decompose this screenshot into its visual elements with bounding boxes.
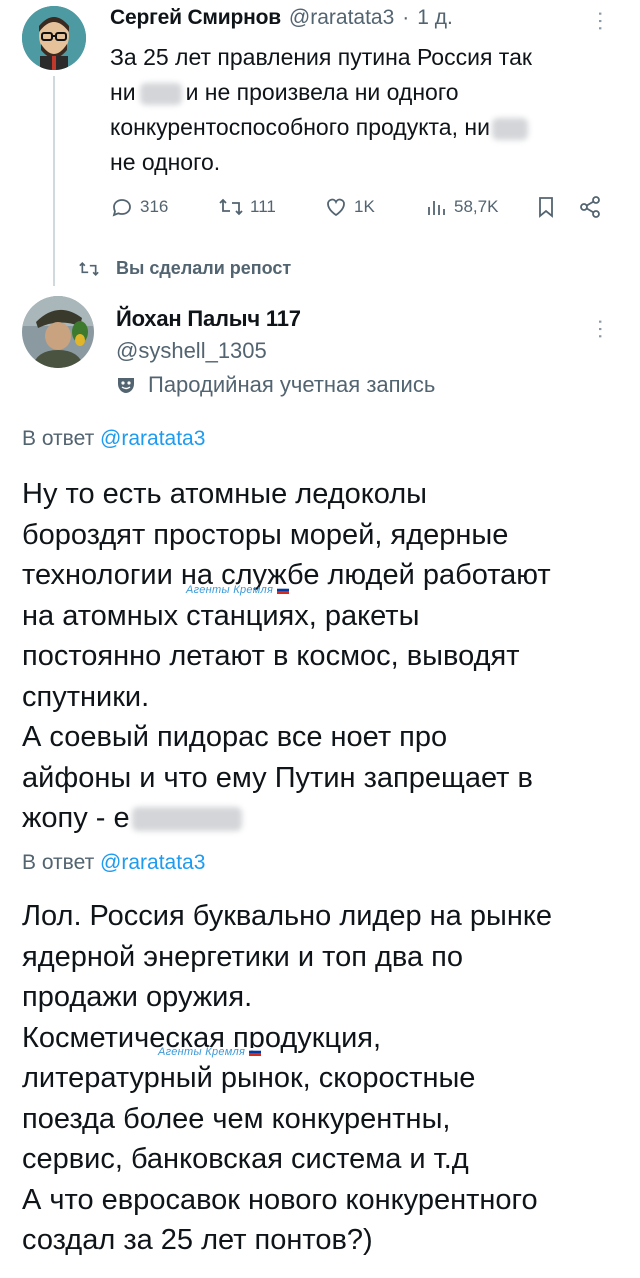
dot-separator: · bbox=[402, 6, 410, 29]
reply-line: А что евросавок нового конкурентного bbox=[22, 1183, 538, 1216]
user-handle[interactable]: @raratata3 bbox=[289, 6, 394, 30]
watermark: Агенты Кремля bbox=[186, 584, 290, 596]
censor-blur bbox=[491, 117, 528, 140]
reply-context: В ответ @raratata3 bbox=[22, 851, 205, 875]
mention-link[interactable]: @raratata3 bbox=[100, 427, 205, 450]
reply-text: Ну то есть атомные ледоколы бороздят про… bbox=[22, 474, 622, 839]
repost-icon bbox=[79, 261, 99, 276]
avatar-sergey[interactable] bbox=[22, 6, 86, 70]
repost-notice-text: Вы сделали репост bbox=[116, 258, 292, 278]
thread-line bbox=[53, 76, 55, 286]
mention-link[interactable]: @raratata3 bbox=[100, 851, 205, 874]
reply-line: постоянно летают в космос, выводят bbox=[22, 640, 520, 672]
share-button[interactable] bbox=[578, 195, 602, 219]
tweet-line: За 25 лет правления путина Россия так bbox=[110, 44, 532, 70]
reply-line: А соевый пидорас все ноет про bbox=[22, 721, 448, 753]
russian-flag-icon bbox=[249, 1048, 262, 1056]
tweet-actions: 316 111 1K 58,7K bbox=[110, 195, 610, 225]
tweet-line: ни и не произвела ни одного bbox=[110, 79, 459, 105]
tweet-time[interactable]: 1 д. bbox=[417, 6, 453, 30]
reply-line: технологии на службе людей работают bbox=[22, 559, 551, 591]
reply-prefix: В ответ bbox=[22, 427, 95, 450]
share-icon bbox=[580, 196, 600, 218]
bookmark-icon bbox=[539, 197, 553, 218]
reply-line: создал за 25 лет понтов?) bbox=[22, 1224, 373, 1256]
reply-line: бороздят просторы морей, ядерные bbox=[22, 518, 509, 551]
tweet-text: За 25 лет правления путина Россия так ни… bbox=[110, 40, 620, 180]
reply-prefix: В ответ bbox=[22, 851, 95, 874]
parody-badge: Пародийная учетная запись bbox=[116, 372, 435, 398]
censor-blur bbox=[139, 82, 182, 105]
more-options-icon[interactable]: ··· bbox=[589, 318, 614, 340]
repost-icon bbox=[219, 198, 243, 216]
tweet-header: Йохан Палыч 117 bbox=[116, 306, 301, 332]
repost-button[interactable]: 111 bbox=[218, 195, 276, 219]
reply-line: на атомных станциях, ракеты bbox=[22, 599, 420, 632]
reply-line: сервис, банковская система и т.д bbox=[22, 1143, 469, 1175]
reply-line: поезда более чем конкурентны, bbox=[22, 1102, 451, 1135]
reply-line: ядерной энергетики и топ два по bbox=[22, 940, 464, 973]
tweet-line: не одного. bbox=[110, 149, 221, 175]
watermark: Агенты Кремля bbox=[158, 1046, 262, 1058]
reply-line: айфоны и что ему Путин запрещает в bbox=[22, 761, 533, 794]
user-handle[interactable]: @syshell_1305 bbox=[116, 338, 267, 364]
reply-line: Ну то есть атомные ледоколы bbox=[22, 478, 428, 510]
tweet-header: Сергей Смирнов @raratata3 · 1 д. bbox=[110, 6, 453, 30]
reply-icon bbox=[112, 199, 131, 217]
parody-label: Пародийная учетная запись bbox=[148, 372, 436, 397]
mask-icon bbox=[118, 378, 134, 393]
repost-notice: Вы сделали репост bbox=[78, 258, 291, 279]
reply-line: литературный рынок, скоростные bbox=[22, 1062, 476, 1094]
bookmark-button[interactable] bbox=[536, 195, 556, 219]
views-button[interactable]: 58,7K bbox=[426, 195, 498, 219]
views-icon bbox=[428, 201, 445, 215]
reply-button[interactable]: 316 bbox=[110, 195, 168, 219]
reply-context: В ответ @raratata3 bbox=[22, 427, 205, 451]
avatar-yohan[interactable] bbox=[22, 296, 94, 368]
reply-line: Косметическая продукция, bbox=[22, 1021, 382, 1054]
display-name[interactable]: Йохан Палыч 117 bbox=[116, 306, 301, 332]
repost-count: 111 bbox=[250, 197, 276, 216]
like-button[interactable]: 1K bbox=[324, 195, 375, 219]
reply-line: Лол. Россия буквально лидер на рынке bbox=[22, 900, 553, 932]
reply-line: продажи оружия. bbox=[22, 981, 253, 1013]
reply-text: Лол. Россия буквально лидер на рынке яде… bbox=[22, 896, 622, 1261]
censor-blur bbox=[131, 807, 242, 832]
views-count: 58,7K bbox=[454, 197, 499, 216]
reply-line: жопу - е bbox=[22, 798, 622, 839]
russian-flag-icon bbox=[277, 586, 290, 594]
more-options-icon[interactable]: ··· bbox=[589, 10, 614, 32]
reply-line: спутники. bbox=[22, 680, 150, 713]
heart-icon bbox=[327, 198, 345, 217]
display-name[interactable]: Сергей Смирнов bbox=[110, 6, 281, 30]
tweet-line: конкурентоспособного продукта, ни bbox=[110, 110, 620, 145]
reply-count: 316 bbox=[140, 197, 169, 216]
like-count: 1K bbox=[354, 197, 375, 216]
